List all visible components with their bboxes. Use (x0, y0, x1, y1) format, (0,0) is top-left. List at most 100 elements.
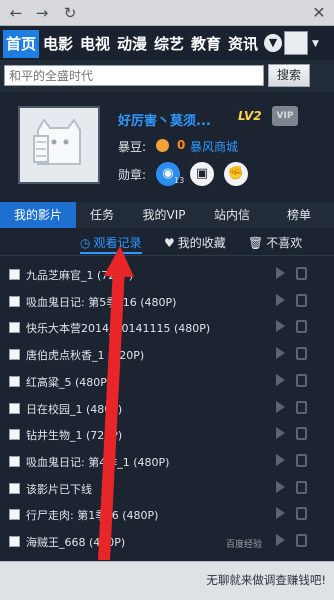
list-item[interactable]: 日在校园_1 (480P) (0, 396, 334, 423)
level-badge: LV2 (238, 109, 262, 123)
list-item[interactable]: 吸血鬼日记: 第5季_16 (480P) (0, 289, 334, 316)
item-title[interactable]: 快乐大本营2014_20141115 (480P) (26, 320, 210, 336)
tab-my-vip[interactable]: 我的VIP (128, 202, 200, 228)
delete-icon[interactable] (296, 400, 307, 414)
search-input[interactable] (4, 65, 264, 86)
shop-link[interactable]: 暴风商城 (190, 138, 238, 155)
list-item[interactable]: 九品芝麻官_1 (720P) (0, 262, 334, 289)
category-tab-variety[interactable]: 综艺 (151, 30, 187, 58)
category-tab-education[interactable]: 教育 (188, 30, 224, 58)
item-checkbox[interactable] (9, 322, 20, 334)
item-title[interactable]: 吸血鬼日记: 第4季_1 (480P) (26, 454, 169, 470)
list-item[interactable]: 该影片已下线 (0, 476, 334, 503)
list-item[interactable]: 唐伯虎点秋香_1 (720P) (0, 342, 334, 369)
item-checkbox[interactable] (9, 536, 20, 547)
delete-icon[interactable] (296, 534, 307, 547)
category-tab-anime[interactable]: 动漫 (114, 30, 150, 58)
item-title[interactable]: 唐伯虎点秋香_1 (720P) (26, 347, 144, 363)
item-checkbox[interactable] (9, 375, 20, 387)
footer-bar: 无聊就来做调查赚钱吧! (0, 561, 334, 600)
item-title[interactable]: 海贼王_668 (480P) (26, 534, 125, 550)
play-icon[interactable] (276, 267, 285, 279)
delete-icon[interactable] (296, 267, 307, 280)
item-checkbox[interactable] (9, 349, 20, 361)
delete-icon[interactable] (296, 427, 307, 441)
play-icon[interactable] (276, 507, 285, 520)
play-icon[interactable] (276, 293, 285, 306)
play-icon[interactable] (276, 373, 285, 386)
item-checkbox[interactable] (9, 269, 20, 280)
list-item[interactable]: 红高粱_5 (480P) (0, 369, 334, 396)
coin-label: 暴豆: (118, 140, 147, 154)
list-item[interactable]: 海贼王_668 (480P) (0, 529, 334, 556)
play-icon[interactable] (276, 427, 285, 440)
delete-icon[interactable] (296, 507, 307, 521)
title-bar: ← → ↻ ✕ (0, 0, 334, 26)
coin-icon (156, 139, 169, 152)
item-title[interactable]: 红高粱_5 (480P) (26, 374, 111, 390)
category-tab-movie[interactable]: 电影 (40, 30, 76, 58)
play-icon[interactable] (276, 347, 285, 360)
more-categories-icon[interactable]: ▼ (264, 34, 282, 52)
category-tab-tv[interactable]: 电视 (77, 30, 113, 58)
subtab-favorites[interactable]: ♥ 我的收藏 (164, 234, 226, 254)
delete-icon[interactable] (296, 347, 307, 361)
tab-charts[interactable]: 榜单 (264, 202, 334, 228)
chevron-down-icon[interactable]: ▼ (312, 39, 319, 49)
subtab-label: 我的收藏 (177, 236, 226, 250)
heart-icon: ♥ (164, 236, 175, 250)
list-item[interactable]: 行尸走肉: 第1季_6 (480P) (0, 502, 334, 529)
survey-link[interactable]: 无聊就来做调查赚钱吧! (206, 572, 326, 588)
fist-medal-icon[interactable]: ✊ (224, 162, 248, 186)
watermark: 百度经验 (226, 540, 263, 550)
play-icon[interactable] (276, 400, 285, 413)
list-item[interactable]: 钻井生物_1 (720P) (0, 422, 334, 449)
delete-icon[interactable] (296, 293, 307, 307)
clock-icon: ◷ (80, 236, 91, 250)
delete-icon[interactable] (296, 480, 307, 494)
delete-icon[interactable] (296, 453, 307, 467)
item-title[interactable]: 吸血鬼日记: 第5季_16 (480P) (26, 294, 176, 310)
profile-avatar[interactable] (18, 106, 100, 184)
play-icon[interactable] (276, 453, 285, 466)
play-icon[interactable] (276, 320, 285, 333)
tab-my-videos[interactable]: 我的影片 (0, 202, 76, 228)
list-item[interactable]: 快乐大本营2014_20141115 (480P) (0, 315, 334, 342)
close-icon[interactable]: ✕ (310, 4, 328, 22)
watch-history-list: 九品芝麻官_1 (720P) 吸血鬼日记: 第5季_16 (480P) 快乐大本… (0, 262, 334, 556)
category-tab-home[interactable]: 首页 (3, 30, 39, 58)
avatar-placeholder-icon (20, 108, 98, 182)
item-checkbox[interactable] (9, 295, 20, 307)
item-title[interactable]: 该影片已下线 (26, 481, 92, 497)
main-tabs: 我的影片 任务 我的VIP 站内信 榜单 (0, 202, 334, 228)
list-item[interactable]: 吸血鬼日记: 第4季_1 (480P) (0, 449, 334, 476)
item-checkbox[interactable] (9, 509, 20, 521)
delete-icon[interactable] (296, 373, 307, 387)
item-title[interactable]: 九品芝麻官_1 (720P) (26, 267, 133, 283)
item-title[interactable]: 行尸走肉: 第1季_6 (480P) (26, 507, 158, 523)
play-icon[interactable] (276, 534, 285, 546)
category-nav: 首页 电影 电视 动漫 综艺 教育 资讯 ▼ ▼ (0, 27, 334, 60)
item-title[interactable]: 日在校园_1 (480P) (26, 401, 122, 417)
item-checkbox[interactable] (9, 429, 20, 441)
forward-icon[interactable]: → (32, 3, 52, 23)
delete-icon[interactable] (296, 320, 307, 334)
item-checkbox[interactable] (9, 402, 20, 414)
film-medal-icon[interactable]: ▣ (190, 162, 214, 186)
tab-messages[interactable]: 站内信 (200, 202, 264, 228)
item-checkbox[interactable] (9, 455, 20, 467)
subtab-watch-history[interactable]: ◷ 观看记录 (80, 234, 142, 254)
username[interactable]: 好厉害丶莫须... (118, 110, 211, 129)
medal-label: 勋章: (118, 168, 147, 182)
tab-tasks[interactable]: 任务 (76, 202, 128, 228)
item-checkbox[interactable] (9, 482, 20, 494)
play-icon[interactable] (276, 480, 285, 493)
back-icon[interactable]: ← (6, 3, 26, 23)
user-avatar[interactable] (284, 31, 308, 55)
search-button[interactable]: 搜索 (268, 64, 310, 87)
vip-badge[interactable]: VIP (272, 106, 298, 126)
item-title[interactable]: 钻井生物_1 (720P) (26, 427, 122, 443)
subtab-disliked[interactable]: 🗑 不喜欢 (248, 234, 302, 254)
category-tab-news[interactable]: 资讯 (225, 30, 261, 58)
refresh-icon[interactable]: ↻ (60, 3, 80, 23)
